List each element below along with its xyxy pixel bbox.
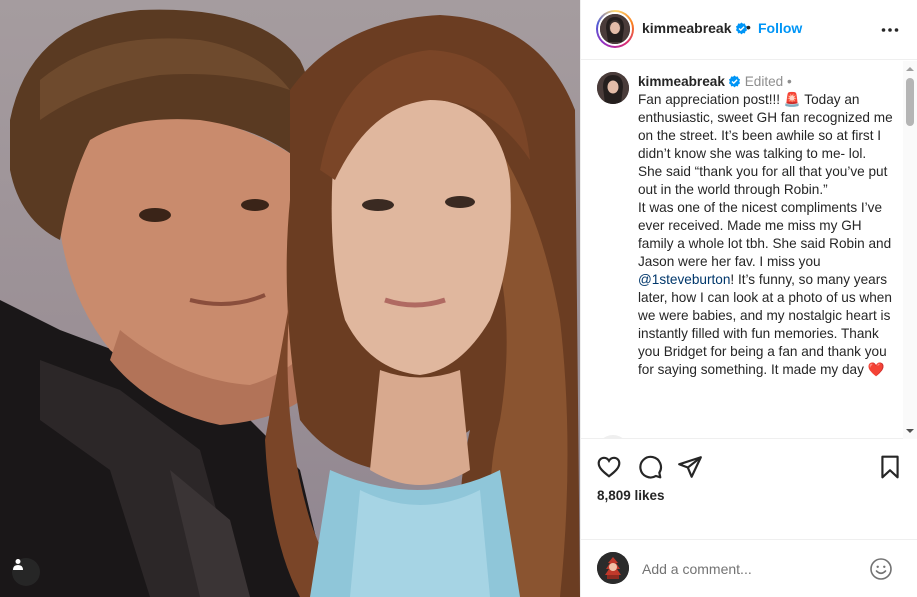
current-user-avatar: [597, 552, 629, 584]
add-comment-bar: [581, 539, 917, 597]
caption: kimmeabreak Edited • Fan appreciation po…: [638, 73, 894, 379]
user-tag-icon: [13, 559, 23, 570]
mention-link[interactable]: @1steveburton: [638, 272, 730, 287]
scroll-up-arrow-icon[interactable]: [906, 65, 914, 73]
comments-scrollbar[interactable]: [903, 61, 917, 439]
edited-separator: •: [787, 74, 792, 89]
heart-emoji: ❤️: [867, 362, 885, 378]
caption-username[interactable]: kimmeabreak: [638, 74, 725, 89]
author-avatar[interactable]: [596, 10, 634, 48]
caption-text-part-3: It was one of the nicest compliments I’v…: [638, 200, 892, 269]
author-username[interactable]: kimmeabreak: [642, 20, 748, 36]
more-options-icon[interactable]: [880, 20, 900, 40]
post-photo[interactable]: [0, 0, 580, 597]
edited-label: Edited: [744, 74, 784, 89]
follow-button[interactable]: Follow: [758, 20, 802, 36]
bookmark-icon[interactable]: [877, 454, 903, 480]
caption-text-part-2: Today an enthusiastic, sweet GH fan reco…: [638, 92, 893, 197]
header-separator: •: [746, 19, 751, 35]
comment-input[interactable]: [642, 557, 862, 581]
post-actions: [581, 450, 917, 484]
avatar-image: [597, 552, 629, 584]
next-comment-avatar[interactable]: [597, 435, 629, 438]
heart-icon[interactable]: [596, 454, 622, 480]
paper-plane-icon[interactable]: [677, 454, 703, 480]
siren-emoji: 🚨: [783, 92, 801, 108]
scrollbar-thumb[interactable]: [906, 78, 914, 126]
post-header: kimmeabreak • Follow: [581, 0, 917, 60]
post-image: [0, 9, 580, 597]
verified-badge-icon: [728, 75, 740, 88]
avatar-image: [600, 14, 630, 44]
author-username-text[interactable]: kimmeabreak: [642, 20, 732, 36]
caption-text-part-1: Fan appreciation post!!!: [638, 92, 784, 107]
comment-bubble-icon[interactable]: [637, 454, 663, 480]
caption-author-avatar[interactable]: [597, 72, 629, 104]
tagged-users-button[interactable]: [12, 558, 40, 586]
caption-text-part-4: ! It’s funny, so many years later, how I…: [638, 272, 892, 377]
likes-count[interactable]: 8,809 likes: [597, 488, 665, 503]
comments-section: kimmeabreak Edited • Fan appreciation po…: [581, 61, 917, 439]
smiley-icon[interactable]: [869, 557, 893, 581]
scroll-down-arrow-icon[interactable]: [906, 427, 914, 435]
post-side-panel: kimmeabreak • Follow kimmeabreak Edited …: [580, 0, 917, 597]
avatar-image: [597, 72, 629, 104]
